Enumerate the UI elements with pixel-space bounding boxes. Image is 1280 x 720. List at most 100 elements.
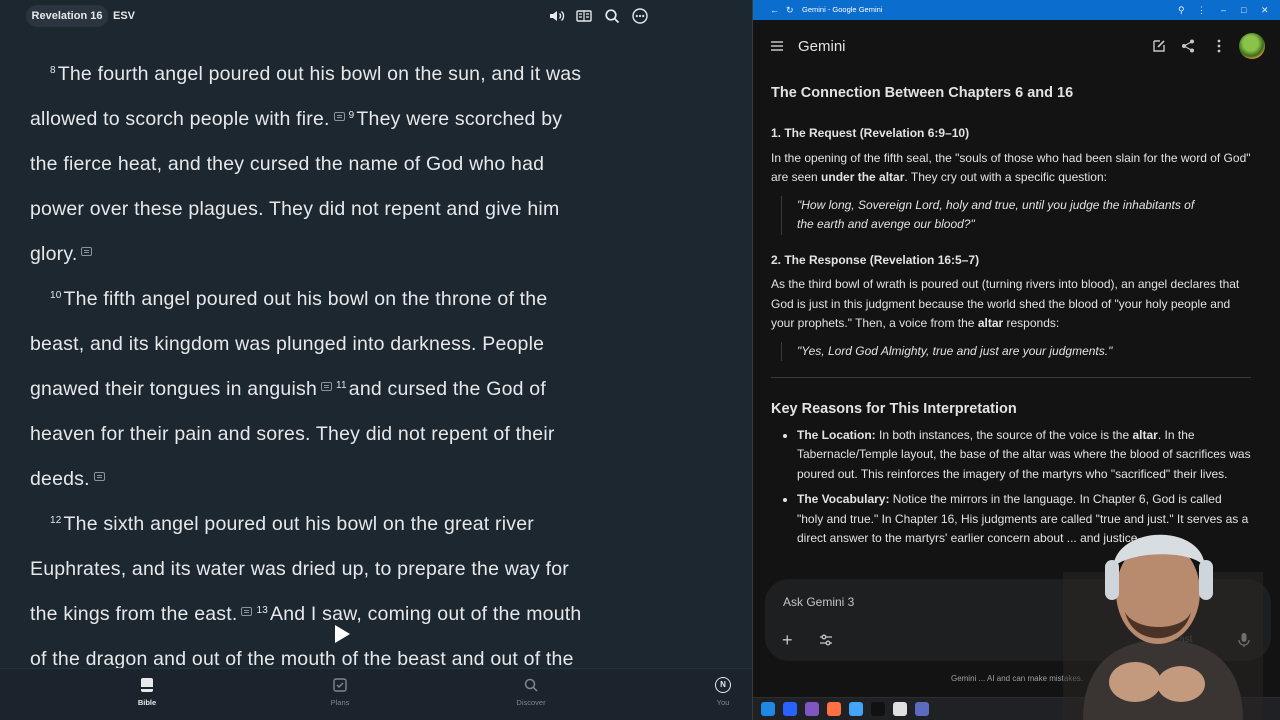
edge-icon[interactable]: [761, 702, 775, 716]
bullet-list: The Location: In both instances, the sou…: [771, 426, 1251, 549]
bold-text: altar: [1132, 427, 1158, 442]
verse-number: 11: [336, 380, 347, 391]
more-options-icon[interactable]: [631, 7, 649, 25]
prompt-input[interactable]: Ask Gemini 3: [783, 595, 854, 609]
verse-text[interactable]: And I saw, coming out of the mouth: [270, 603, 581, 625]
verse-text[interactable]: glory.: [30, 243, 77, 265]
note-icon[interactable]: [81, 247, 93, 256]
list-item: The Location: In both instances, the sou…: [797, 426, 1251, 485]
verse-line: power over these plagues. They did not r…: [30, 187, 730, 232]
nav-you[interactable]: N You: [693, 677, 753, 707]
app-icon[interactable]: [871, 702, 885, 716]
verse-line: Euphrates, and its water was dried up, t…: [30, 547, 730, 592]
app-icon[interactable]: [915, 702, 929, 716]
bible-app: Revelation 16 ESV 8 The fourth angel pour…: [0, 0, 752, 720]
bold-text: The Location:: [797, 427, 876, 442]
user-avatar[interactable]: [1239, 33, 1265, 59]
verse-line: deeds.: [30, 457, 730, 502]
verse-line: allowed to scorch people with fire. 9 They…: [30, 97, 730, 142]
note-icon[interactable]: [321, 382, 332, 391]
verse-number: 9: [348, 110, 355, 121]
verse-text[interactable]: The sixth angel poured out his bowl on t…: [64, 513, 534, 535]
microphone-icon[interactable]: [1237, 632, 1251, 648]
discover-icon: [524, 678, 538, 692]
parallel-view-icon[interactable]: [575, 7, 593, 25]
tools-icon[interactable]: [819, 633, 833, 647]
verse-number: 10: [50, 290, 62, 301]
gemini-taskbar-icon[interactable]: [849, 702, 863, 716]
back-icon[interactable]: ←: [770, 3, 779, 17]
verse-number: 13: [256, 605, 269, 616]
text-span: In both instances, the source of the voi…: [875, 427, 1133, 442]
app-icon[interactable]: [827, 702, 841, 716]
play-audio-button[interactable]: [327, 620, 355, 648]
divider: [771, 377, 1251, 378]
maximize-icon[interactable]: □: [1241, 3, 1246, 17]
search-icon[interactable]: [603, 7, 621, 25]
verse-text[interactable]: power over these plagues. They did not r…: [30, 198, 559, 220]
nav-plans[interactable]: Plans: [310, 677, 370, 707]
verse-line: 8 The fourth angel poured out his bowl on…: [30, 52, 730, 97]
verse-text[interactable]: the kings from the east.: [30, 603, 237, 625]
bible-toolbar: Revelation 16 ESV: [0, 0, 752, 32]
note-icon[interactable]: [333, 112, 345, 121]
bottom-navigation: Bible Plans Discover N You: [0, 668, 752, 720]
gemini-header: Gemini: [753, 24, 1280, 68]
disclaimer-text: Gemini ... AI and can make mistakes.: [950, 674, 1084, 683]
close-icon[interactable]: ✕: [1261, 3, 1269, 17]
verse-number: 8: [50, 65, 56, 76]
browser-menu-icon[interactable]: ⋮: [1197, 3, 1206, 17]
verse-text[interactable]: Euphrates, and its water was dried up, t…: [30, 558, 569, 580]
verse-text[interactable]: heaven for their pain and sores. They di…: [30, 423, 555, 445]
reload-icon[interactable]: ↻: [786, 3, 794, 17]
verse-text[interactable]: The fourth angel poured out his bowl on …: [58, 63, 581, 85]
os-taskbar: [753, 697, 1280, 720]
nav-bible[interactable]: Bible: [117, 677, 177, 707]
prompt-input-box[interactable]: Ask Gemini 3 + Fast: [765, 579, 1271, 661]
blockquote: "Yes, Lord God Almighty, true and just a…: [781, 341, 1201, 361]
minimize-icon[interactable]: –: [1221, 3, 1226, 17]
subsection-heading: 2. The Response (Revelation 16:5–7): [771, 252, 980, 267]
app-icon[interactable]: [805, 702, 819, 716]
model-mode-selector[interactable]: Fast: [1173, 634, 1192, 645]
nav-plans-label: Plans: [330, 698, 350, 707]
nav-bible-label: Bible: [137, 698, 157, 707]
nav-discover[interactable]: Discover: [501, 677, 561, 707]
verse-text[interactable]: gnawed their tongues in anguish: [30, 378, 317, 400]
verse-line: gnawed their tongues in anguish 11 and cur…: [30, 367, 730, 412]
verse-text[interactable]: and cursed the God of: [349, 378, 546, 400]
share-icon[interactable]: [1180, 38, 1196, 54]
chapter-selector[interactable]: Revelation 16: [26, 5, 108, 27]
list-item: The Vocabulary: Notice the mirrors in th…: [797, 490, 1251, 549]
version-selector[interactable]: ESV: [110, 5, 138, 27]
note-icon[interactable]: [241, 607, 253, 616]
verse-text[interactable]: the fierce heat, and they cursed the nam…: [30, 153, 544, 175]
text-span: responds:: [1003, 316, 1060, 330]
verse-line: the fierce heat, and they cursed the nam…: [30, 142, 730, 187]
app-icon[interactable]: [783, 702, 797, 716]
verse-text[interactable]: of the dragon and out of the mouth of th…: [30, 648, 574, 670]
text-span: . They cry out with a specific question:: [904, 170, 1107, 184]
add-attachment-button[interactable]: +: [782, 630, 793, 650]
app-icon[interactable]: [893, 702, 907, 716]
subsection-heading: 1. The Request (Revelation 6:9–10): [771, 126, 970, 140]
verse-text[interactable]: allowed to scorch people with fire.: [30, 108, 330, 130]
verse-text[interactable]: beast, and its kingdom was plunged into …: [30, 333, 544, 355]
zoom-icon[interactable]: ⚲: [1178, 3, 1185, 17]
audio-icon[interactable]: [547, 7, 565, 25]
app-title: Gemini: [798, 38, 846, 55]
browser-titlebar: ← ↻ Gemini - Google Gemini ⚲ ⋮ – □ ✕: [753, 0, 1280, 20]
plans-icon: [333, 678, 347, 692]
menu-icon[interactable]: [769, 38, 785, 54]
verse-text[interactable]: The fifth angel poured out his bowl on t…: [64, 288, 548, 310]
new-chat-icon[interactable]: [1151, 38, 1167, 54]
bible-icon: [141, 678, 153, 692]
verse-text[interactable]: They were scorched by: [356, 108, 562, 130]
verse-text[interactable]: deeds.: [30, 468, 90, 490]
note-icon[interactable]: [93, 472, 105, 481]
verse-line: glory.: [30, 232, 730, 277]
blockquote: "How long, Sovereign Lord, holy and true…: [781, 195, 1201, 235]
paragraph: As the third bowl of wrath is poured out…: [771, 275, 1251, 334]
bold-text: under the altar: [821, 170, 905, 184]
more-vert-icon[interactable]: [1211, 38, 1227, 54]
